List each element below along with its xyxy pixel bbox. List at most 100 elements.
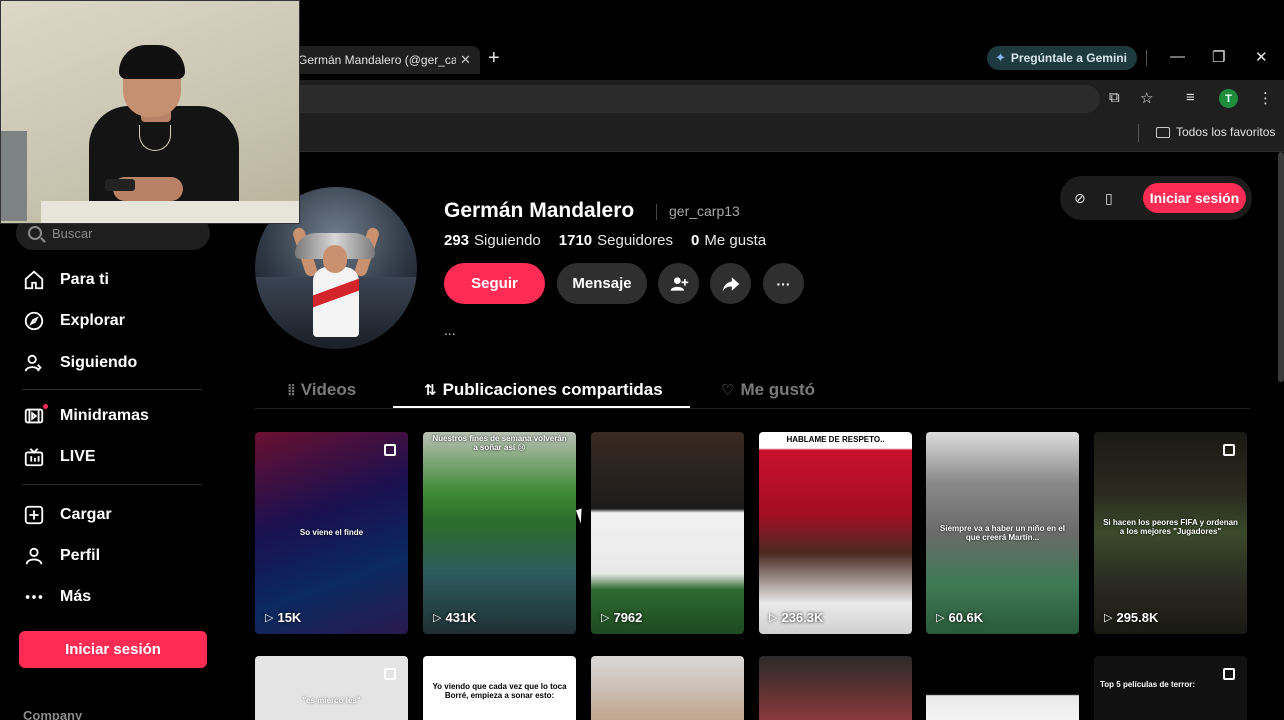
following-label: Siguiendo	[474, 232, 541, 249]
video-card[interactable]: Nuestros fines de semana volverán a soña…	[423, 432, 576, 634]
search-icon	[28, 226, 42, 240]
cast-screen-icon[interactable]: ⧉	[1109, 89, 1120, 106]
active-tab-indicator	[393, 406, 690, 408]
folder-icon	[1156, 126, 1170, 138]
sidebar-item-label: Perfil	[60, 547, 101, 564]
sidebar-item-live[interactable]: LIVE	[22, 442, 96, 472]
tab-videos[interactable]: ⦙⦙ Videos	[288, 378, 356, 402]
sidebar-item-label: Explorar	[60, 312, 125, 329]
close-tab-icon[interactable]: ✕	[460, 52, 471, 68]
add-user-icon	[670, 276, 688, 291]
company-link[interactable]: Company	[23, 708, 82, 720]
likes-count: 0	[691, 232, 700, 249]
browser-profile-avatar[interactable]: T	[1219, 89, 1238, 108]
chrome-divider	[1146, 50, 1147, 66]
profile-bio: ...	[444, 322, 456, 338]
video-card[interactable]	[926, 656, 1079, 720]
sidebar-item-para-ti[interactable]: Para ti	[22, 265, 109, 295]
video-caption: Si hacen los peores FIFA y ordenan a los…	[1103, 518, 1238, 536]
tab-label: Videos	[300, 380, 357, 399]
add-friend-button[interactable]	[658, 263, 699, 304]
video-card[interactable]: Top 5 películas de terror:	[1094, 656, 1247, 720]
browser-tab[interactable]: Germán Mandalero (@ger_carp13) ✕	[288, 46, 480, 74]
likes-label: Me gusta	[704, 232, 767, 249]
video-caption: HABLAME DE RESPETO..	[786, 435, 885, 444]
reading-list-icon[interactable]: ≡	[1186, 89, 1195, 106]
video-caption: Nuestros fines de semana volverán a soña…	[432, 434, 567, 452]
all-bookmarks-button[interactable]: Todos los favoritos	[1156, 125, 1275, 139]
tab-title: Germán Mandalero (@ger_carp13)	[298, 53, 456, 67]
multi-photo-icon	[1223, 444, 1235, 456]
video-caption: "es mierco les"	[302, 696, 361, 705]
sidebar-item-minidramas[interactable]: Minidramas	[22, 401, 149, 431]
window-close-button[interactable]: ✕	[1255, 48, 1268, 66]
gemini-label: Pregúntale a Gemini	[1010, 51, 1127, 65]
video-card[interactable]: HABLAME DE RESPETO.. 236.3K	[759, 432, 912, 634]
sidebar-divider	[22, 389, 202, 390]
video-card[interactable]: "es mierco les"	[255, 656, 408, 720]
sidebar-item-label: Para ti	[60, 271, 109, 288]
all-bookmarks-label: Todos los favoritos	[1176, 125, 1276, 139]
sidebar-divider	[22, 484, 202, 485]
message-button[interactable]: Mensaje	[557, 263, 647, 304]
view-count: 295.8K	[1104, 610, 1158, 625]
sidebar-item-explorar[interactable]: Explorar	[22, 306, 125, 336]
webcam-overlay	[0, 0, 300, 224]
home-icon	[22, 268, 46, 292]
tab-me-gusto[interactable]: ♡ Me gustó	[721, 378, 815, 402]
sidebar-login-button[interactable]: Iniciar sesión	[19, 631, 207, 668]
sidebar-item-label: Siguiendo	[60, 354, 138, 371]
share-button[interactable]	[710, 263, 751, 304]
following-stat[interactable]: 293 Siguiendo	[444, 232, 541, 249]
get-app-phone-icon[interactable]: ▯	[1105, 190, 1113, 207]
header-login-button[interactable]: Iniciar sesión	[1143, 183, 1246, 213]
view-count: 15K	[265, 610, 301, 625]
minimize-button[interactable]: —	[1170, 48, 1185, 65]
search-placeholder: Buscar	[52, 225, 93, 241]
more-dots-icon: ···	[776, 275, 791, 292]
video-card[interactable]: 7962	[591, 432, 744, 634]
tabs-divider	[255, 408, 1250, 409]
restore-button[interactable]: ❐	[1212, 48, 1225, 66]
video-card[interactable]	[591, 656, 744, 720]
sidebar-item-cargar[interactable]: Cargar	[22, 500, 112, 530]
tab-publicaciones-compartidas[interactable]: ⇅ Publicaciones compartidas	[424, 378, 663, 402]
new-tab-button[interactable]: +	[488, 47, 500, 70]
compass-icon	[22, 309, 46, 333]
sidebar-item-perfil[interactable]: Perfil	[22, 541, 100, 571]
following-count: 293	[444, 232, 470, 249]
page-scrollbar[interactable]	[1278, 152, 1284, 382]
sidebar-item-label: Más	[60, 588, 92, 605]
live-tv-icon	[22, 445, 46, 469]
profile-display-name: Germán Mandalero	[444, 199, 635, 222]
profile-handle: ger_carp13	[669, 203, 740, 219]
upload-plus-icon	[22, 503, 46, 527]
address-bar[interactable]	[288, 85, 1100, 113]
video-card[interactable]: Si hacen los peores FIFA y ordenan a los…	[1094, 432, 1247, 634]
tab-label: Me gustó	[740, 380, 816, 399]
view-count: 7962	[601, 610, 642, 625]
gemini-button[interactable]: ✦ Pregúntale a Gemini	[987, 46, 1137, 70]
mouse-cursor	[575, 506, 593, 524]
bookmark-star-icon[interactable]: ☆	[1140, 89, 1153, 107]
video-card[interactable]	[759, 656, 912, 720]
gemini-spark-icon: ✦	[995, 50, 1006, 65]
video-card[interactable]: So viene el finde 15K	[255, 432, 408, 634]
more-options-button[interactable]: ···	[763, 263, 804, 304]
video-card[interactable]: Yo viendo que cada vez que lo toca Borré…	[423, 656, 576, 720]
multi-photo-icon	[384, 444, 396, 456]
notification-dot	[43, 404, 48, 409]
video-caption: Yo viendo que cada vez que lo toca Borré…	[432, 682, 567, 700]
sidebar-item-siguiendo[interactable]: Siguiendo	[22, 348, 137, 378]
tab-label: Publicaciones compartidas	[442, 380, 663, 399]
followers-stat[interactable]: 1710 Seguidores	[559, 232, 673, 249]
video-card[interactable]: Siempre va a haber un niño en el que cre…	[926, 432, 1079, 634]
sidebar-item-label: Minidramas	[60, 407, 149, 424]
followers-label: Seguidores	[597, 232, 674, 249]
coins-icon[interactable]: ⊘	[1074, 190, 1086, 207]
video-caption: Siempre va a haber un niño en el que cre…	[940, 524, 1065, 542]
follow-button[interactable]: Seguir	[444, 263, 545, 304]
sidebar-item-mas[interactable]: Más	[22, 582, 91, 612]
browser-menu-icon[interactable]: ⋮	[1258, 89, 1273, 107]
name-divider	[656, 204, 657, 220]
